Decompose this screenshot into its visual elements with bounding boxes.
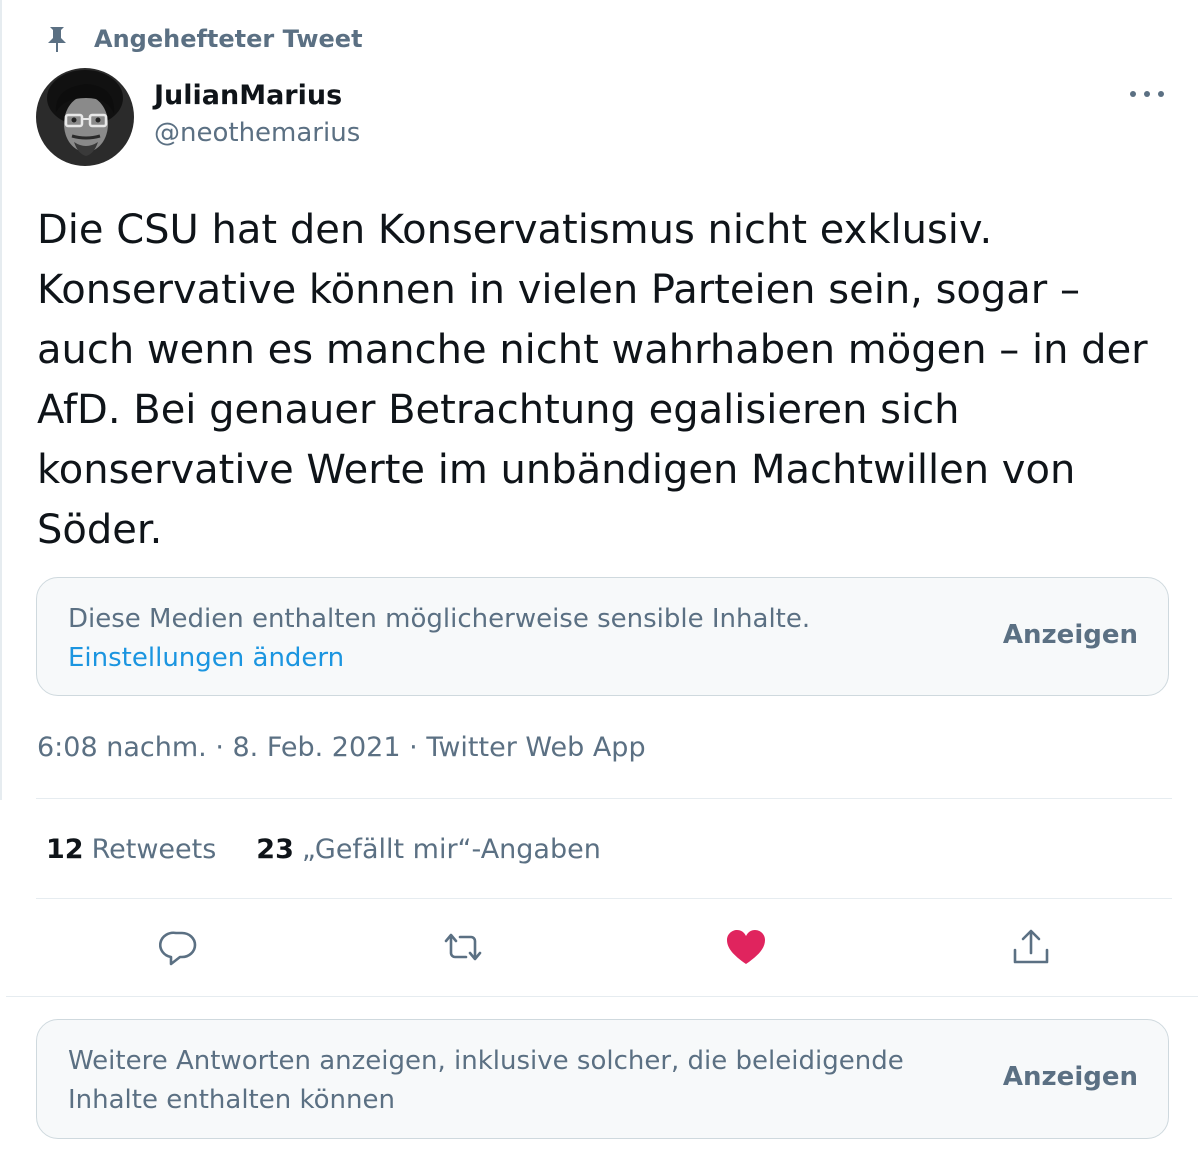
author-handle[interactable]: @neothemarius [154, 114, 360, 152]
left-border [0, 0, 2, 800]
pin-icon [40, 22, 74, 56]
avatar[interactable] [36, 68, 134, 166]
tweet-text-line: konservative Werte im unbändigen Machtwi… [37, 447, 1076, 493]
tweet-stats: 12 Retweets 23 „Gefällt mir“-Angaben [46, 830, 601, 870]
retweet-icon [440, 927, 486, 971]
sensitive-media-message: Diese Medien enthalten möglicherweise se… [68, 604, 811, 634]
divider [6, 996, 1198, 997]
tweet-text-line: auch wenn es manche nicht wahrhaben möge… [37, 327, 1148, 373]
likes-label: „Gefällt mir“-Angaben [301, 834, 601, 865]
pinned-indicator: Angehefteter Tweet [40, 22, 363, 56]
reply-icon [158, 927, 199, 971]
like-button[interactable] [722, 925, 770, 973]
retweets-label: Retweets [91, 834, 217, 865]
share-icon [1010, 926, 1052, 972]
more-replies-message: Weitere Antworten anzeigen, inklusive so… [68, 1046, 904, 1115]
tweet-text-line: Konservative können in vielen Parteien s… [37, 267, 1080, 313]
meta-separator: · [215, 732, 224, 763]
share-button[interactable] [1007, 925, 1055, 973]
likes-count: 23 [256, 834, 294, 865]
tweet-date[interactable]: 8. Feb. 2021 [233, 732, 401, 763]
more-replies-box: Weitere Antworten anzeigen, inklusive so… [36, 1019, 1169, 1139]
retweets-stat[interactable]: 12 Retweets [46, 830, 216, 870]
tweet-meta: 6:08 nachm. · 8. Feb. 2021 · Twitter Web… [37, 728, 646, 768]
divider [36, 898, 1172, 899]
tweet-time[interactable]: 6:08 nachm. [37, 732, 207, 763]
tweet-text-line: Die CSU hat den Konservatismus nicht exk… [37, 207, 993, 253]
likes-stat[interactable]: 23 „Gefällt mir“-Angaben [256, 830, 601, 870]
author-name[interactable]: JulianMarius [154, 78, 360, 114]
sensitive-media-warning: Diese Medien enthalten möglicherweise se… [36, 577, 1169, 696]
author-block[interactable]: JulianMarius @neothemarius [154, 78, 360, 152]
tweet-text-line: Söder. [37, 507, 163, 553]
tweet-text: Die CSU hat den Konservatismus nicht exk… [37, 200, 1187, 560]
change-settings-link[interactable]: Einstellungen ändern [68, 639, 344, 677]
show-more-replies-button[interactable]: Anzeigen [1003, 1062, 1138, 1092]
divider [36, 798, 1172, 799]
retweets-count: 12 [46, 834, 84, 865]
reply-button[interactable] [155, 925, 203, 973]
tweet-source[interactable]: Twitter Web App [426, 732, 645, 763]
meta-separator: · [409, 732, 418, 763]
more-options-icon[interactable] [1130, 82, 1164, 106]
retweet-button[interactable] [439, 925, 487, 973]
action-bar [0, 925, 1198, 973]
tweet-text-line: AfD. Bei genauer Betrachtung egalisieren… [37, 387, 960, 433]
show-media-button[interactable]: Anzeigen [1003, 620, 1138, 650]
heart-icon [725, 927, 767, 971]
pinned-label: Angehefteter Tweet [94, 25, 363, 53]
